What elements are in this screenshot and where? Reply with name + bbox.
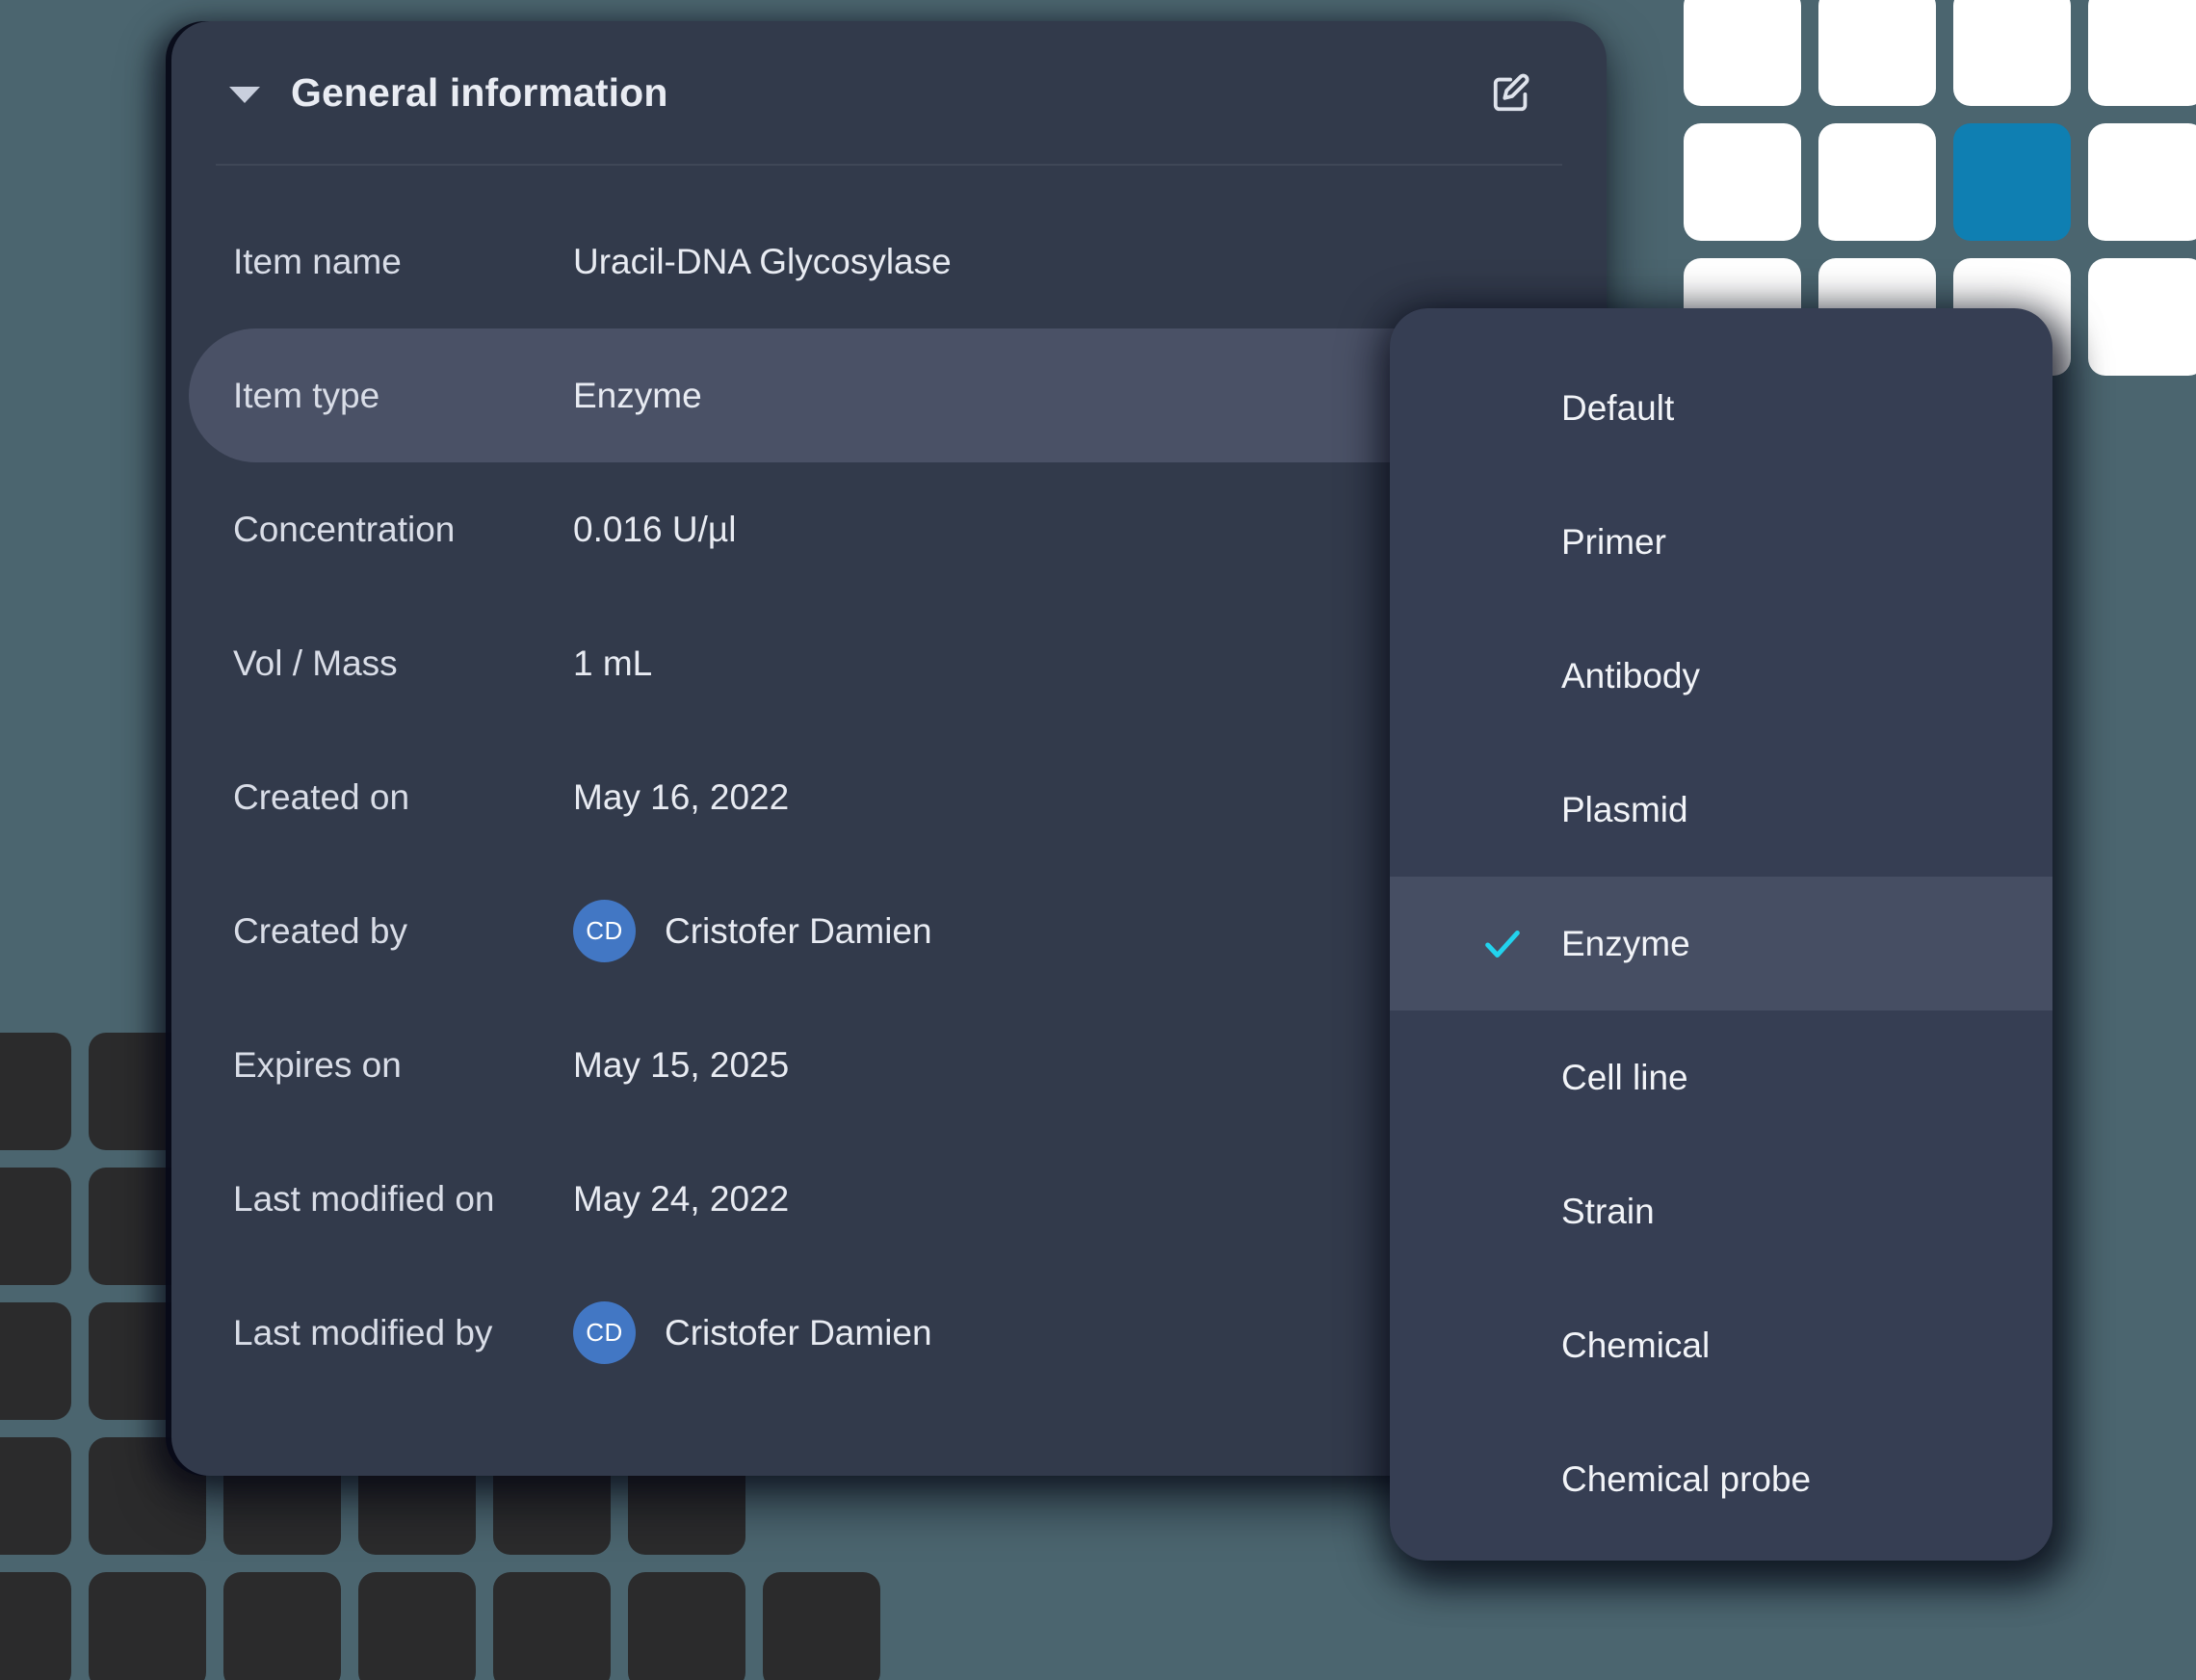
background-square (1818, 0, 1936, 106)
row-label: Item name (233, 241, 402, 281)
background-square (358, 1572, 476, 1680)
row-label: Expires on (233, 1044, 402, 1085)
background-square (223, 1572, 341, 1680)
menu-item-label: Chemical probe (1561, 1458, 1812, 1499)
background-square (628, 1572, 745, 1680)
row-value-text: Cristofer Damien (665, 910, 932, 951)
avatar: CD (573, 900, 636, 962)
menu-item-label: Antibody (1561, 655, 1700, 696)
menu-item-chemical-probe[interactable]: Chemical probe (1390, 1412, 2052, 1546)
row-value: May 15, 2025 (573, 1044, 790, 1085)
item-type-dropdown-menu[interactable]: Default Primer Antibody Plasmid Enzyme Cell l… (1390, 308, 2052, 1561)
background-square (1684, 123, 1801, 241)
background-square (1818, 123, 1936, 241)
row-value: May 16, 2022 (573, 776, 790, 817)
background-square (0, 1033, 71, 1150)
menu-item-plasmid[interactable]: Plasmid (1390, 743, 2052, 877)
menu-item-label: Cell line (1561, 1057, 1688, 1097)
menu-item-cell-line[interactable]: Cell line (1390, 1011, 2052, 1144)
card-header: General information (171, 21, 1607, 164)
table-row[interactable]: Item name Uracil-DNA Glycosylase (171, 195, 1607, 328)
chevron-down-icon[interactable] (229, 86, 260, 103)
row-label: Last modified on (233, 1178, 495, 1219)
background-square (1953, 123, 2071, 241)
menu-item-label: Primer (1561, 521, 1666, 562)
background-square (2088, 123, 2196, 241)
background-square (1684, 0, 1801, 106)
background-square (89, 1572, 206, 1680)
row-value: Uracil-DNA Glycosylase (573, 241, 952, 281)
row-value-text: Cristofer Damien (665, 1312, 932, 1352)
row-label: Created on (233, 776, 410, 817)
page-title: General information (291, 69, 668, 115)
row-value: Enzyme (573, 375, 702, 415)
row-label: Last modified by (233, 1312, 493, 1352)
avatar: CD (573, 1301, 636, 1364)
row-label: Item type (233, 375, 380, 415)
menu-item-antibody[interactable]: Antibody (1390, 609, 2052, 743)
row-label: Concentration (233, 509, 456, 549)
menu-item-primer[interactable]: Primer (1390, 475, 2052, 609)
menu-item-strain[interactable]: Strain (1390, 1144, 2052, 1278)
background-square (493, 1572, 611, 1680)
background-square (2088, 258, 2196, 376)
row-value: 1 mL (573, 643, 653, 683)
menu-item-label: Strain (1561, 1191, 1655, 1231)
background-square (0, 1302, 71, 1420)
row-value: May 24, 2022 (573, 1178, 790, 1219)
edit-pencil-square-icon[interactable] (1487, 67, 1537, 118)
row-value: CD Cristofer Damien (573, 900, 932, 962)
menu-item-label: Plasmid (1561, 789, 1688, 829)
row-value: CD Cristofer Damien (573, 1301, 932, 1364)
background-square (0, 1572, 71, 1680)
menu-item-label: Default (1561, 387, 1675, 428)
menu-item-enzyme[interactable]: Enzyme (1390, 877, 2052, 1011)
menu-item-chemical[interactable]: Chemical (1390, 1278, 2052, 1412)
row-value: 0.016 U/µl (573, 509, 737, 549)
background-square (0, 1168, 71, 1285)
menu-item-default[interactable]: Default (1390, 341, 2052, 475)
row-label: Created by (233, 910, 407, 951)
menu-item-label: Chemical (1561, 1325, 1711, 1365)
background-square (763, 1572, 880, 1680)
menu-item-label: Enzyme (1561, 923, 1690, 963)
background-square (0, 1437, 71, 1555)
check-icon (1478, 920, 1527, 968)
row-label: Vol / Mass (233, 643, 398, 683)
background-square (2088, 0, 2196, 106)
background-square (1953, 0, 2071, 106)
